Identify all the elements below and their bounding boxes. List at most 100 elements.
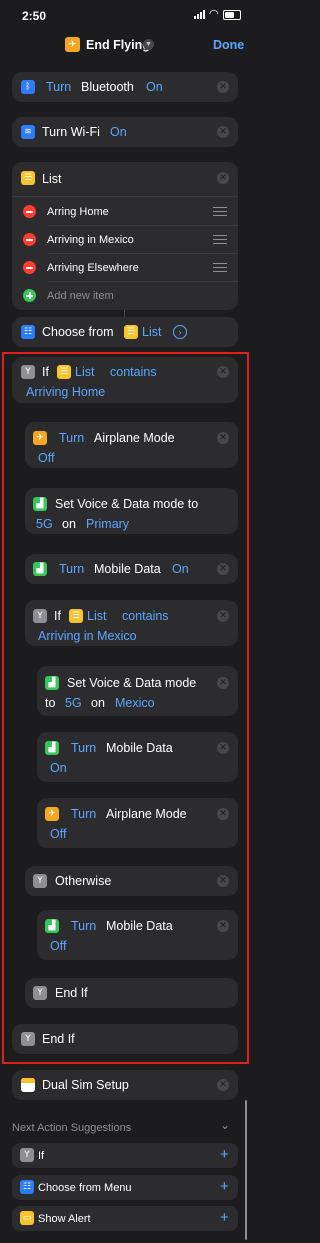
delete-item-icon[interactable] [23,205,36,218]
drag-handle-icon[interactable] [213,235,227,244]
cellular-icon: ▟ [33,497,47,511]
voice-data-sim[interactable]: Primary [86,517,129,531]
delete-item-icon[interactable] [23,261,36,274]
if-operator[interactable]: contains [122,609,169,623]
close-icon[interactable]: ✕ [217,808,229,820]
add-new-item-input[interactable]: Add new item [47,289,114,303]
cellular-icon: ▟ [45,676,59,690]
mobile-data-verb[interactable]: Turn [71,741,96,755]
close-icon[interactable]: ✕ [217,563,229,575]
close-icon[interactable]: ✕ [217,126,229,138]
airplane-mode-action[interactable]: ✈ Turn Airplane Mode Off ✕ [25,422,238,468]
voice-data-on: on [91,696,105,710]
mobile-data-verb[interactable]: Turn [59,562,84,576]
if-token[interactable]: List [87,609,106,623]
if-action[interactable]: Y If ☰ List contains Arriving Home ✕ [12,357,238,403]
list-icon: ☰ [21,171,35,185]
close-icon[interactable]: ✕ [217,875,229,887]
list-action[interactable]: ☰ List ✕ Arring Home Arriving in Mexico … [12,162,238,310]
airplane-icon: ✈ [65,37,80,52]
dual-sim-action[interactable]: Dual Sim Setup ✕ [12,1070,238,1100]
choose-from-action[interactable]: ☷ Choose from ☰ List › [12,317,238,347]
airplane-icon: ✈ [45,807,59,821]
if-value[interactable]: Arriving Home [26,385,105,399]
airplane-verb[interactable]: Turn [59,431,84,445]
airplane-mode-action[interactable]: ✈ Turn Airplane Mode Off ✕ [37,798,238,848]
close-icon[interactable]: ✕ [217,610,229,622]
shortcut-title[interactable]: End Flying [86,38,150,52]
bluetooth-verb[interactable]: Turn [46,80,71,94]
bluetooth-label: Bluetooth [81,80,134,94]
close-icon[interactable]: ✕ [217,1079,229,1091]
suggestion-label: If [38,1150,45,1162]
voice-data-mode[interactable]: 5G [36,517,53,531]
choose-token[interactable]: List [142,325,161,339]
wifi-action[interactable]: ≋ Turn Wi-Fi On ✕ [12,117,238,147]
suggestion-item[interactable]: ▭ Show Alert + [12,1206,238,1231]
otherwise-action[interactable]: Y Otherwise ✕ [25,866,238,896]
bluetooth-value[interactable]: On [146,80,163,94]
chevron-down-icon[interactable]: ⌄ [220,1118,230,1132]
mobile-data-action[interactable]: ▟ Turn Mobile Data Off ✕ [37,910,238,960]
close-icon[interactable]: ✕ [217,81,229,93]
mobile-data-value[interactable]: Off [50,939,66,953]
scrollbar[interactable] [245,1100,247,1240]
list-item[interactable]: Arring Home [47,205,109,219]
bluetooth-action[interactable]: ᛒ Turn Bluetooth On ✕ [12,72,238,102]
plus-icon[interactable]: + [220,1178,229,1195]
add-item-icon[interactable] [23,289,36,302]
chevron-down-icon[interactable]: ▼ [143,39,154,50]
if-icon: Y [21,1032,35,1046]
wifi-value[interactable]: On [110,125,127,139]
end-if-action[interactable]: Y End If [25,978,238,1008]
plus-icon[interactable]: + [220,1209,229,1226]
suggestion-label: Choose from Menu [38,1182,132,1194]
suggestions-header: Next Action Suggestions [12,1122,132,1134]
voice-data-on: on [62,517,76,531]
list-icon: ☰ [124,325,138,339]
voice-data-action[interactable]: ▟ Set Voice & Data mode to 5G on Mexico … [37,666,238,716]
airplane-value[interactable]: Off [38,451,54,465]
close-icon[interactable]: ✕ [217,172,229,184]
close-icon[interactable]: ✕ [217,366,229,378]
voice-data-mode[interactable]: 5G [65,696,82,710]
mobile-data-value[interactable]: On [172,562,189,576]
if-icon: Y [33,986,47,1000]
suggestion-item[interactable]: ☷ Choose from Menu + [12,1175,238,1200]
dual-sim-label: Dual Sim Setup [42,1078,129,1092]
wifi-label: Turn Wi-Fi [42,125,100,139]
mobile-data-verb[interactable]: Turn [71,919,96,933]
if-icon: Y [33,874,47,888]
mobile-data-action[interactable]: ▟ Turn Mobile Data On ✕ [25,554,238,584]
if-token[interactable]: List [75,365,94,379]
plus-icon[interactable]: + [220,1146,229,1163]
if-value[interactable]: Arriving in Mexico [38,629,137,643]
alert-icon: ▭ [20,1211,34,1225]
close-icon[interactable]: ✕ [217,920,229,932]
mobile-data-value[interactable]: On [50,761,67,775]
done-button[interactable]: Done [213,38,244,52]
close-icon[interactable]: ✕ [217,742,229,754]
airplane-verb[interactable]: Turn [71,807,96,821]
if-action[interactable]: Y If ☰ List contains Arriving in Mexico … [25,600,238,646]
end-if-label: End If [42,1032,75,1046]
delete-item-icon[interactable] [23,233,36,246]
cellular-icon: ▟ [33,562,47,576]
cellular-icon: ▟ [45,741,59,755]
airplane-value[interactable]: Off [50,827,66,841]
mobile-data-action[interactable]: ▟ Turn Mobile Data On ✕ [37,732,238,782]
list-item[interactable]: Arriving in Mexico [47,233,134,247]
drag-handle-icon[interactable] [213,263,227,272]
close-icon[interactable]: ✕ [217,677,229,689]
if-operator[interactable]: contains [110,365,157,379]
airplane-label: Airplane Mode [106,807,187,821]
drag-handle-icon[interactable] [213,207,227,216]
end-if-action[interactable]: Y End If [12,1024,238,1054]
voice-data-action[interactable]: ▟ Set Voice & Data mode to 5G on Primary [25,488,238,534]
list-item[interactable]: Arriving Elsewhere [47,261,139,275]
chevron-right-icon[interactable]: › [173,325,187,339]
suggestion-item[interactable]: Y If + [12,1143,238,1168]
status-time: 2:50 [22,9,47,23]
close-icon[interactable]: ✕ [217,432,229,444]
voice-data-sim[interactable]: Mexico [115,696,155,710]
